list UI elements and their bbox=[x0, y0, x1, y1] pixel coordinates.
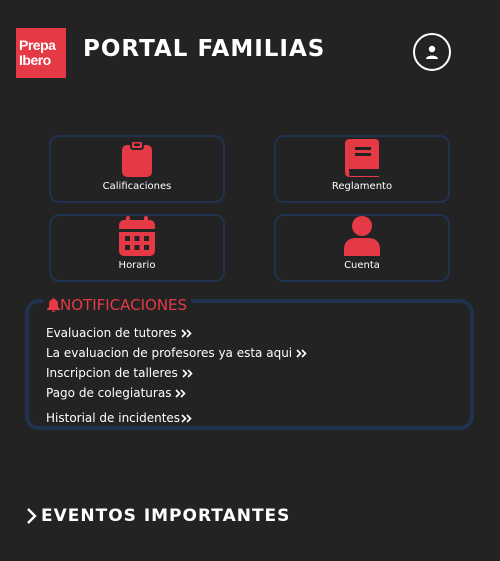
notifications-title: NOTIFICACIONES bbox=[60, 296, 188, 314]
events-title: Eventos importantes bbox=[41, 506, 291, 526]
user-icon bbox=[344, 216, 380, 256]
notification-label: Evaluacion de tutores bbox=[46, 326, 177, 340]
notification-item[interactable]: Inscripcion de talleres bbox=[46, 363, 307, 383]
tile-label: Horario bbox=[118, 260, 156, 271]
double-chevron-right-icon bbox=[175, 388, 187, 398]
tile-horario[interactable]: Horario bbox=[49, 214, 225, 282]
page-title: Portal Familias bbox=[83, 36, 326, 62]
tile-label: Calificaciones bbox=[102, 181, 172, 192]
double-chevron-right-icon bbox=[182, 368, 193, 378]
notification-item[interactable]: La evaluacion de profesores ya esta aqui bbox=[46, 343, 307, 363]
double-chevron-right-icon bbox=[296, 348, 307, 358]
logo-line-1: Prepa bbox=[19, 37, 56, 53]
notification-label: Pago de colegiaturas bbox=[46, 386, 172, 400]
notification-label: Inscripcion de talleres bbox=[46, 366, 178, 380]
double-chevron-right-icon bbox=[180, 328, 192, 338]
notification-item[interactable]: Pago de colegiaturas bbox=[46, 383, 307, 403]
tile-reglamento[interactable]: Reglamento bbox=[274, 135, 450, 203]
tile-label: Reglamento bbox=[331, 181, 393, 192]
events-section-toggle[interactable]: Eventos importantes bbox=[26, 506, 290, 526]
tile-label: Cuenta bbox=[344, 260, 380, 271]
bell-icon bbox=[47, 298, 60, 312]
calendar-icon bbox=[119, 216, 155, 256]
clipboard-icon bbox=[122, 141, 152, 177]
notifications-list: Evaluacion de tutores La evaluacion de p… bbox=[46, 323, 307, 428]
prepa-ibero-logo[interactable]: Prepa Ibero bbox=[16, 28, 66, 78]
notification-label: La evaluacion de profesores ya esta aqui bbox=[46, 346, 293, 360]
notifications-panel: NOTIFICACIONES Evaluacion de tutores La … bbox=[25, 296, 474, 430]
chevron-right-icon bbox=[27, 508, 37, 524]
tile-cuenta[interactable]: Cuenta bbox=[274, 214, 450, 282]
account-button[interactable] bbox=[413, 33, 451, 71]
header: Prepa Ibero Portal Familias bbox=[0, 0, 500, 105]
logo-line-2: Ibero bbox=[19, 52, 51, 68]
notification-item[interactable]: Historial de incidentes bbox=[46, 408, 307, 428]
notifications-header: NOTIFICACIONES bbox=[43, 296, 192, 314]
user-icon bbox=[426, 45, 438, 59]
notification-label: Historial de incidentes bbox=[46, 411, 181, 425]
book-icon bbox=[345, 139, 379, 177]
double-chevron-right-icon bbox=[181, 413, 192, 423]
notification-item[interactable]: Evaluacion de tutores bbox=[46, 323, 307, 343]
tile-calificaciones[interactable]: Calificaciones bbox=[49, 135, 225, 203]
